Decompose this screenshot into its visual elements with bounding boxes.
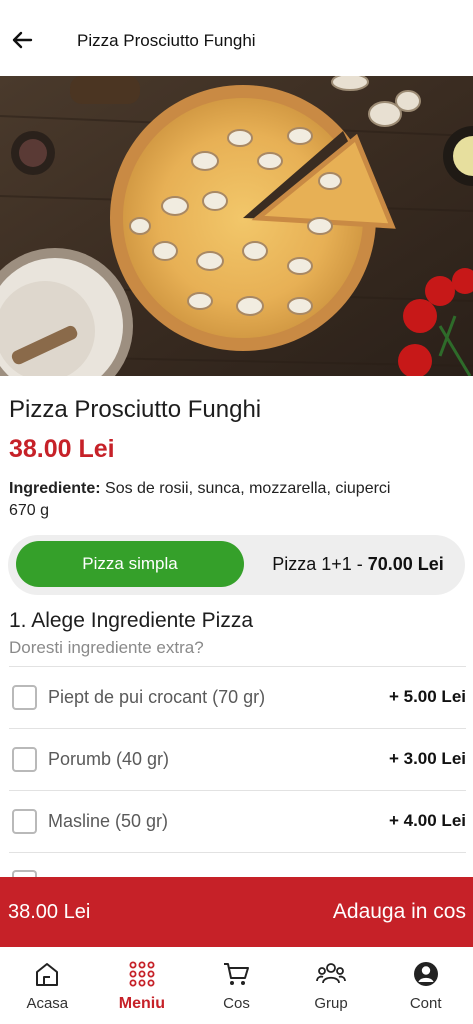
cart-total: 38.00 Lei — [8, 901, 91, 923]
variant-option-1plus1-label: Pizza 1+1 - — [272, 553, 368, 574]
nav-item-cos[interactable]: Cos — [189, 947, 284, 1024]
extra-option-price: + 3.00 Lei — [388, 749, 466, 768]
extra-option-label: Masline (50 gr) — [48, 811, 169, 831]
add-to-cart-bar[interactable]: 38.00 Lei Adauga in cos — [0, 877, 473, 947]
divider — [9, 728, 466, 729]
ingredients-label: Ingrediente: — [9, 480, 101, 497]
variant-option-1plus1-price: 70.00 Lei — [367, 553, 444, 574]
divider — [9, 852, 466, 853]
arrow-left-icon — [12, 31, 33, 49]
ingredients-text: Sos de rosii, sunca, mozzarella, ciuperc… — [105, 480, 391, 497]
nav-item-cont[interactable]: Cont — [378, 947, 473, 1024]
variant-toggle: Pizza simpla Pizza 1+1 - 70.00 Lei — [8, 535, 465, 595]
nav-label: Cont — [409, 995, 442, 1012]
page-title: Pizza Prosciutto Funghi — [77, 31, 256, 50]
product-weight: 670 g — [9, 502, 50, 519]
nav-item-meniu[interactable]: Meniu — [95, 947, 190, 1024]
divider — [9, 790, 466, 791]
product-ingredients: Ingrediente: Sos de rosii, sunca, mozzar… — [9, 478, 459, 522]
home-icon — [32, 959, 62, 989]
extra-option-checkbox[interactable] — [12, 809, 37, 834]
extra-option-checkbox[interactable] — [12, 870, 37, 877]
divider — [9, 666, 466, 667]
variant-option-simple[interactable]: Pizza simpla — [16, 541, 244, 587]
extra-option-checkbox[interactable] — [12, 747, 37, 772]
nav-item-grup[interactable]: Grup — [284, 947, 379, 1024]
nav-label: Acasa — [26, 995, 69, 1012]
product-name: Pizza Prosciutto Funghi — [9, 396, 262, 423]
top-app-bar: Pizza Prosciutto Funghi — [0, 0, 473, 76]
back-button[interactable] — [8, 26, 36, 54]
account-icon — [411, 959, 441, 989]
variant-option-1plus1[interactable]: Pizza 1+1 - 70.00 Lei — [258, 541, 458, 587]
group-icon — [316, 959, 346, 989]
add-to-cart-button[interactable]: Adauga in cos — [333, 900, 466, 924]
extra-option-row[interactable]: Piept de pui crocant (70 gr) + 5.00 Lei — [0, 668, 473, 728]
extra-option-row[interactable]: Masline (50 gr) + 4.00 Lei — [0, 792, 473, 852]
extra-option-label: Piept de pui crocant (70 gr) — [48, 687, 266, 707]
extra-option-price: + 5.00 Lei — [388, 687, 466, 706]
product-image — [0, 76, 473, 376]
bottom-navigation: Acasa Meniu Cos Grup Cont — [0, 947, 473, 1024]
extra-option-row[interactable]: Porumb (40 gr) + 3.00 Lei — [0, 730, 473, 790]
nav-label: Cos — [223, 995, 250, 1012]
nav-label: Meniu — [118, 995, 165, 1012]
menu-grid-icon — [127, 959, 157, 989]
cart-icon — [221, 959, 251, 989]
extras-section-subtitle: Doresti ingrediente extra? — [9, 638, 204, 657]
extra-option-checkbox[interactable] — [12, 685, 37, 710]
extra-option-label: Porumb (40 gr) — [48, 749, 170, 769]
product-price: 38.00 Lei — [9, 435, 115, 463]
nav-item-acasa[interactable]: Acasa — [0, 947, 95, 1024]
extra-option-price: + 4.00 Lei — [388, 811, 466, 830]
extras-section-title: 1. Alege Ingrediente Pizza — [9, 609, 254, 632]
nav-label: Grup — [314, 995, 348, 1012]
